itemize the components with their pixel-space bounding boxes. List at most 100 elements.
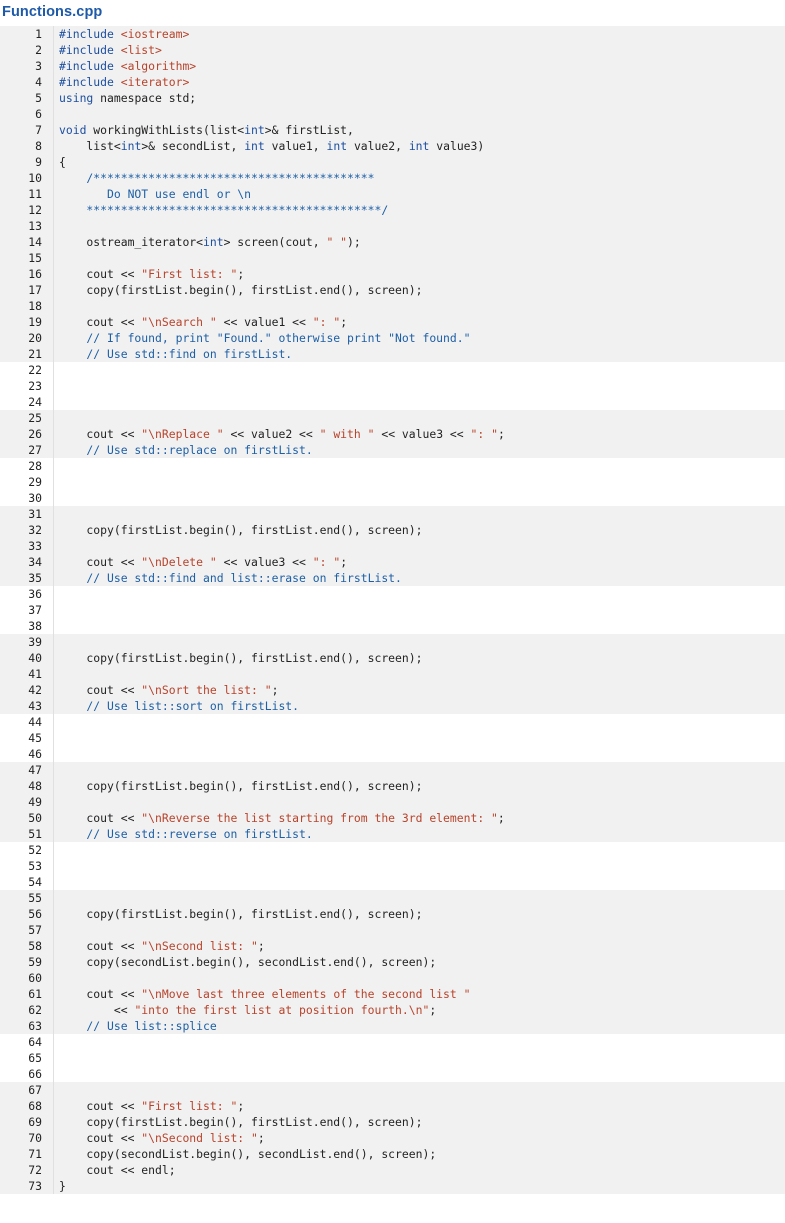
gutter-divider	[53, 522, 54, 538]
code-line: 56 copy(firstList.begin(), firstList.end…	[0, 906, 785, 922]
line-number: 60	[28, 971, 42, 985]
code-text: Do NOT use endl or \n	[59, 186, 251, 202]
answer-blank-line[interactable]: 46	[0, 746, 785, 762]
code-text: void workingWithLists(list<int>& firstLi…	[59, 122, 354, 138]
line-number: 19	[28, 315, 42, 329]
gutter-divider	[53, 810, 54, 826]
gutter-divider	[53, 298, 54, 314]
code-token: Do NOT use endl or \n	[59, 187, 252, 201]
answer-blank-line[interactable]: 52	[0, 842, 785, 858]
answer-blank-line[interactable]: 44	[0, 714, 785, 730]
gutter-divider	[53, 234, 54, 250]
code-token: copy(secondList.begin(), secondList.end(…	[59, 1147, 437, 1161]
code-line: 31	[0, 506, 785, 522]
code-line: 69 copy(firstList.begin(), firstList.end…	[0, 1114, 785, 1130]
code-token: << value3 <<	[374, 427, 471, 441]
code-text: // Use std::find on firstList.	[59, 346, 292, 362]
gutter-divider	[53, 1114, 54, 1130]
code-token: // Use list::sort on firstList.	[59, 699, 300, 713]
answer-blank-line[interactable]: 64	[0, 1034, 785, 1050]
answer-blank-line[interactable]: 66	[0, 1066, 785, 1082]
gutter-divider	[53, 266, 54, 282]
gutter-divider	[53, 330, 54, 346]
line-number: 59	[28, 955, 42, 969]
code-token: int	[203, 235, 224, 249]
code-line: 2 #include <list>	[0, 42, 785, 58]
answer-blank-line[interactable]: 45	[0, 730, 785, 746]
code-token: {	[59, 155, 66, 169]
code-line: 42 cout << "\nSort the list: ";	[0, 682, 785, 698]
line-number: 58	[28, 939, 42, 953]
line-number: 4	[35, 75, 42, 89]
gutter-divider	[53, 698, 54, 714]
answer-blank-line[interactable]: 36	[0, 586, 785, 602]
code-line: 57	[0, 922, 785, 938]
line-number: 72	[28, 1163, 42, 1177]
code-editor[interactable]: 1 #include <iostream> 2 #include <list> 3 #in…	[0, 26, 785, 1194]
code-token: #include	[59, 27, 121, 41]
line-number: 54	[28, 875, 42, 889]
code-text: cout << "\nSecond list: ";	[59, 1130, 264, 1146]
line-number: 44	[28, 715, 42, 729]
code-line: 49	[0, 794, 785, 810]
line-number: 62	[28, 1003, 42, 1017]
answer-blank-line[interactable]: 29	[0, 474, 785, 490]
code-line: 25	[0, 410, 785, 426]
line-number: 25	[28, 411, 42, 425]
code-token: ****************************************…	[59, 203, 389, 217]
answer-blank-line[interactable]: 37	[0, 602, 785, 618]
gutter-divider	[53, 1082, 54, 1098]
code-line: 55	[0, 890, 785, 906]
gutter-divider	[53, 314, 54, 330]
line-number: 6	[35, 107, 42, 121]
code-text: cout << "\nReplace " << value2 << " with…	[59, 426, 504, 442]
code-text: copy(secondList.begin(), secondList.end(…	[59, 1146, 436, 1162]
answer-blank-line[interactable]: 30	[0, 490, 785, 506]
code-text: cout << "\nSecond list: ";	[59, 938, 265, 954]
code-token: namespace std;	[100, 91, 197, 105]
answer-blank-line[interactable]: 28	[0, 458, 785, 474]
line-number: 12	[28, 203, 42, 217]
code-token: cout <<	[59, 683, 142, 697]
code-token: value1,	[271, 139, 327, 153]
answer-blank-line[interactable]: 53	[0, 858, 785, 874]
code-token: ": "	[312, 555, 341, 569]
line-number: 73	[28, 1179, 42, 1193]
line-number: 38	[28, 619, 42, 633]
code-line: 7 void workingWithLists(list<int>& firstL…	[0, 122, 785, 138]
code-line: 71 copy(secondList.begin(), secondList.e…	[0, 1146, 785, 1162]
gutter-divider	[53, 554, 54, 570]
answer-blank-line[interactable]: 54	[0, 874, 785, 890]
code-line: 14 ostream_iterator<int> screen(cout, " …	[0, 234, 785, 250]
code-token: ;	[257, 939, 265, 953]
code-line: 43 // Use list::sort on firstList.	[0, 698, 785, 714]
code-token: << value3 <<	[216, 555, 313, 569]
line-number: 7	[35, 123, 42, 137]
line-number: 15	[28, 251, 42, 265]
answer-blank-line[interactable]: 23	[0, 378, 785, 394]
code-token: ;	[340, 315, 348, 329]
gutter-divider	[53, 362, 54, 378]
gutter-divider	[53, 586, 54, 602]
code-token: <list>	[120, 43, 162, 57]
code-text: using namespace std;	[59, 90, 196, 106]
gutter-divider	[53, 1162, 54, 1178]
answer-blank-line[interactable]: 22	[0, 362, 785, 378]
line-number: 5	[35, 91, 42, 105]
answer-blank-line[interactable]: 24	[0, 394, 785, 410]
gutter-divider	[53, 474, 54, 490]
gutter-divider	[53, 874, 54, 890]
code-token: <iostream>	[120, 27, 190, 41]
line-number: 3	[35, 59, 42, 73]
answer-blank-line[interactable]: 65	[0, 1050, 785, 1066]
gutter-divider	[53, 410, 54, 426]
gutter-divider	[53, 58, 54, 74]
gutter-divider	[53, 986, 54, 1002]
gutter-divider	[53, 138, 54, 154]
code-line: 19 cout << "\nSearch " << value1 << ": "…	[0, 314, 785, 330]
line-number: 56	[28, 907, 42, 921]
gutter-divider	[53, 90, 54, 106]
code-line: 32 copy(firstList.begin(), firstList.end…	[0, 522, 785, 538]
answer-blank-line[interactable]: 38	[0, 618, 785, 634]
code-line: 70 cout << "\nSecond list: ";	[0, 1130, 785, 1146]
